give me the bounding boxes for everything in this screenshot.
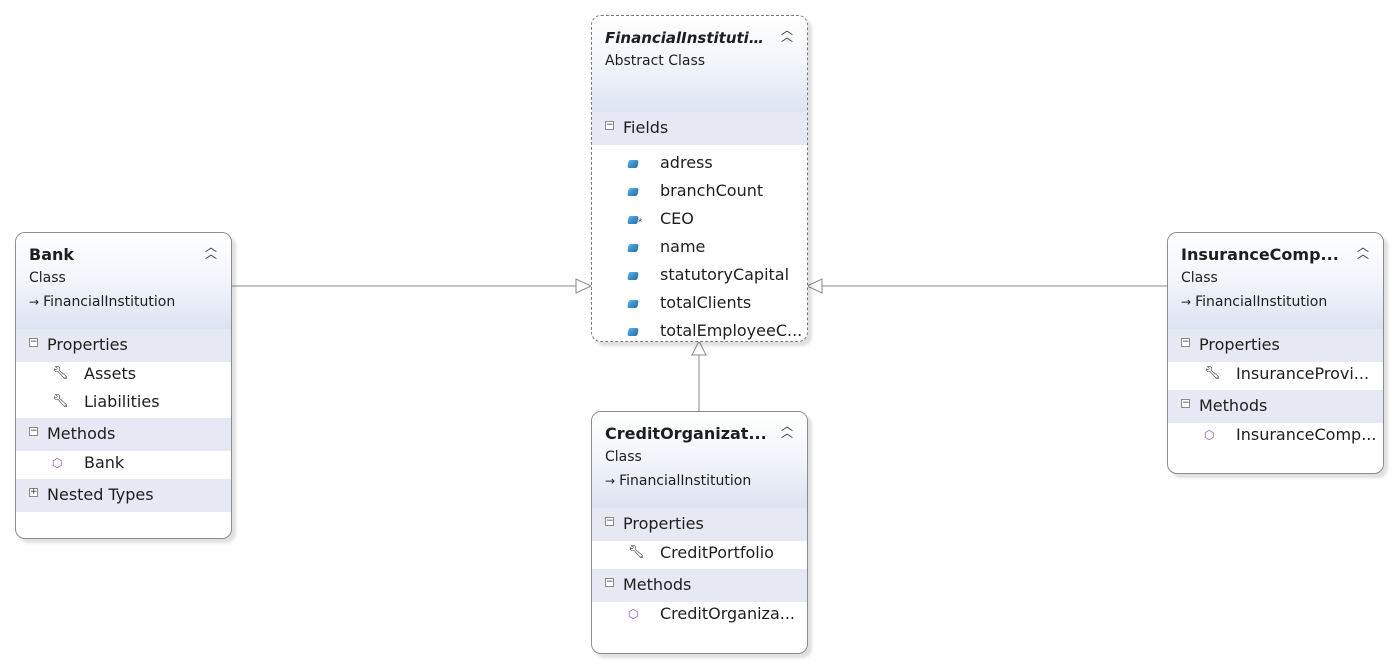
compartment-properties[interactable]: − Properties bbox=[592, 508, 807, 541]
field-icon bbox=[627, 158, 640, 170]
class-header: FinancialInstitution Abstract Class ︿ ︿ bbox=[592, 16, 807, 112]
class-creditorganization[interactable]: CreditOrganizat... Class → FinancialInsti… bbox=[591, 411, 808, 654]
class-kind: Abstract Class bbox=[605, 53, 706, 69]
class-name: FinancialInstitution bbox=[605, 29, 767, 47]
arrow-right-icon: → bbox=[1181, 295, 1192, 309]
class-name: CreditOrganizat... bbox=[605, 424, 767, 443]
field-icon bbox=[627, 270, 640, 282]
field-statutorycapital[interactable]: statutoryCapital bbox=[592, 263, 807, 291]
double-chevron-up-icon[interactable]: ︿ ︿ bbox=[779, 24, 795, 43]
method-cube-icon: ⬡ bbox=[628, 607, 639, 621]
class-kind: Class bbox=[605, 449, 642, 465]
minus-box-icon[interactable]: − bbox=[605, 121, 614, 130]
field-totalemployeecount[interactable]: totalEmployeeC... bbox=[592, 319, 807, 341]
class-kind: Class bbox=[1181, 270, 1218, 286]
compartment-properties[interactable]: − Properties bbox=[1168, 329, 1383, 362]
field-name[interactable]: name bbox=[592, 235, 807, 263]
wrench-icon: 🔧︎ bbox=[52, 366, 69, 381]
field-icon bbox=[627, 186, 640, 198]
double-chevron-up-icon[interactable]: ︿ ︿ bbox=[203, 241, 219, 260]
wrench-icon: 🔧︎ bbox=[1204, 366, 1221, 381]
double-chevron-up-icon[interactable]: ︿ ︿ bbox=[779, 420, 795, 439]
compartment-methods[interactable]: − Methods bbox=[1168, 390, 1383, 423]
compartment-methods[interactable]: − Methods bbox=[16, 418, 231, 451]
class-name: InsuranceComp... bbox=[1181, 245, 1339, 264]
property-insuranceprovider[interactable]: 🔧︎ InsuranceProvi... bbox=[1168, 362, 1383, 390]
property-creditportfolio[interactable]: 🔧︎ CreditPortfolio bbox=[592, 541, 807, 569]
class-name: Bank bbox=[29, 245, 75, 264]
minus-box-icon[interactable]: − bbox=[605, 517, 614, 526]
compartment-properties[interactable]: − Properties bbox=[16, 329, 231, 362]
property-liabilities[interactable]: 🔧︎ Liabilities bbox=[16, 390, 231, 418]
double-chevron-up-icon[interactable]: ︿ ︿ bbox=[1355, 241, 1371, 260]
arrow-right-icon: → bbox=[605, 474, 616, 488]
class-header: CreditOrganizat... Class → FinancialInsti… bbox=[592, 412, 807, 508]
minus-box-icon[interactable]: − bbox=[1181, 399, 1190, 408]
plus-box-icon[interactable]: + bbox=[29, 488, 38, 497]
method-cube-icon: ⬡ bbox=[52, 456, 63, 470]
static-field-icon bbox=[627, 214, 640, 226]
field-totalclients[interactable]: totalClients bbox=[592, 291, 807, 319]
class-financialinstitution[interactable]: FinancialInstitution Abstract Class ︿ ︿ −… bbox=[591, 15, 808, 342]
field-ceo[interactable]: CEO bbox=[592, 207, 807, 235]
field-icon bbox=[627, 326, 640, 338]
compartment-methods[interactable]: − Methods bbox=[592, 569, 807, 602]
field-icon bbox=[627, 298, 640, 310]
class-header: Bank Class → FinancialInstitution ︿ ︿ bbox=[16, 233, 231, 329]
base-class: → FinancialInstitution bbox=[29, 294, 176, 310]
compartment-fields[interactable]: − Fields bbox=[592, 112, 807, 145]
field-icon bbox=[627, 242, 640, 254]
method-cube-icon: ⬡ bbox=[1204, 428, 1215, 442]
arrow-right-icon: → bbox=[29, 295, 40, 309]
field-adress[interactable]: adress bbox=[592, 151, 807, 179]
insurance-inheritance-arrowhead bbox=[805, 278, 823, 294]
property-assets[interactable]: 🔧︎ Assets bbox=[16, 362, 231, 390]
class-kind: Class bbox=[29, 270, 66, 286]
wrench-icon: 🔧︎ bbox=[52, 394, 69, 409]
method-insurancecompany[interactable]: ⬡ InsuranceComp... bbox=[1168, 423, 1383, 451]
bank-inheritance-arrowhead bbox=[575, 278, 593, 294]
compartment-nested-types[interactable]: + Nested Types bbox=[16, 479, 231, 512]
class-header: InsuranceComp... Class → FinancialInstitu… bbox=[1168, 233, 1383, 329]
field-branchcount[interactable]: branchCount bbox=[592, 179, 807, 207]
minus-box-icon[interactable]: − bbox=[1181, 338, 1190, 347]
minus-box-icon[interactable]: − bbox=[29, 338, 38, 347]
class-bank[interactable]: Bank Class → FinancialInstitution ︿ ︿ − Pro… bbox=[15, 232, 232, 539]
method-bank[interactable]: ⬡ Bank bbox=[16, 451, 231, 479]
minus-box-icon[interactable]: − bbox=[605, 578, 614, 587]
method-creditorganization[interactable]: ⬡ CreditOrganiza... bbox=[592, 602, 807, 630]
class-insurancecompany[interactable]: InsuranceComp... Class → FinancialInstitu… bbox=[1167, 232, 1384, 474]
wrench-icon: 🔧︎ bbox=[628, 545, 645, 560]
base-class: → FinancialInstitution bbox=[1181, 294, 1328, 310]
base-class: → FinancialInstitution bbox=[605, 473, 752, 489]
minus-box-icon[interactable]: − bbox=[29, 427, 38, 436]
credit-inheritance-arrowhead bbox=[691, 339, 707, 356]
